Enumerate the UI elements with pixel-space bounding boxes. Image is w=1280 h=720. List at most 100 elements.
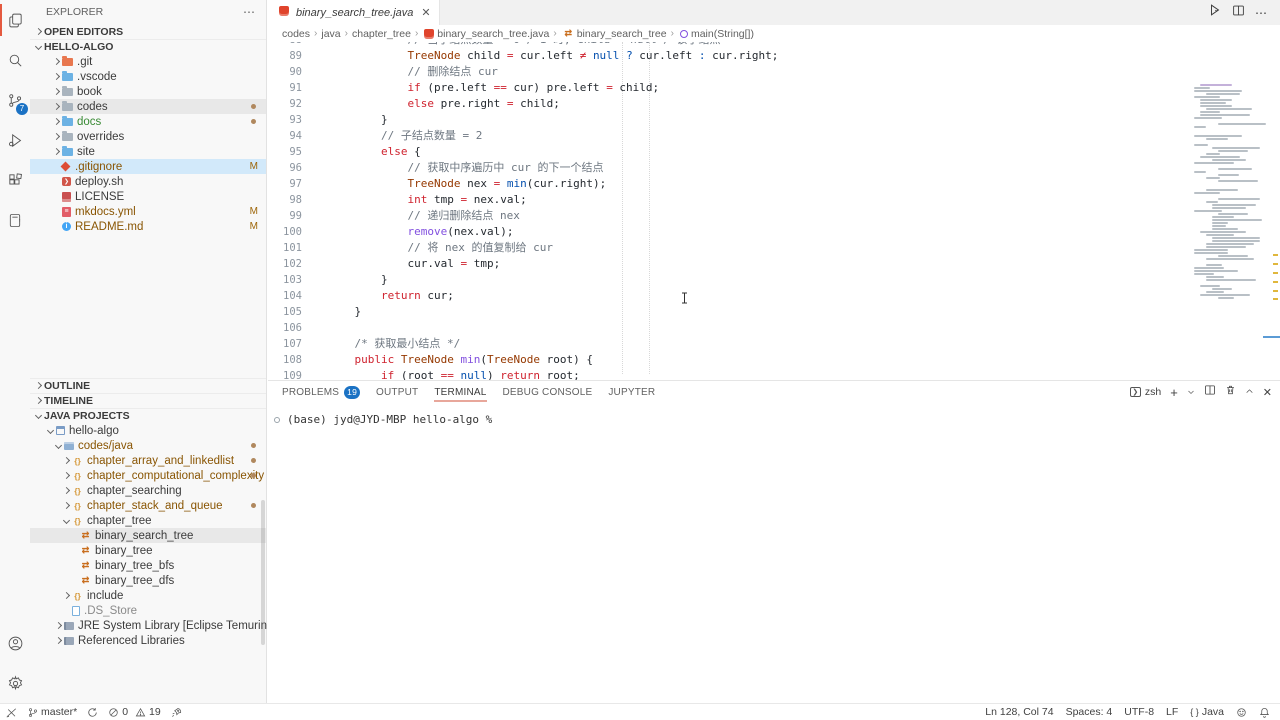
java-project-item-binary_tree[interactable]: ⇄binary_tree [30,543,266,558]
section-open-editors[interactable]: OPEN EDITORS [30,24,266,39]
explorer-item-mkdocs.yml[interactable]: ≡mkdocs.ymlM [30,204,266,219]
activity-run-debug-icon[interactable] [0,120,30,160]
explorer-item-LICENSE[interactable]: LICENSE [30,189,266,204]
section-timeline[interactable]: TIMELINE [30,393,266,408]
remote-indicator-icon[interactable] [6,707,18,718]
activity-files-icon[interactable] [0,0,30,40]
code-line[interactable]: 93 } [268,112,1190,128]
run-button[interactable] [1208,3,1222,22]
code-line[interactable]: 99 // 递归删除结点 nex [268,208,1190,224]
code-line[interactable]: 97 TreeNode nex = min(cur.right); [268,176,1190,192]
java-project-item-binary_tree_dfs[interactable]: ⇄binary_tree_dfs [30,573,266,588]
code-line[interactable]: 89 TreeNode child = cur.left ≠ null ? cu… [268,48,1190,64]
code-line[interactable]: 98 int tmp = nex.val; [268,192,1190,208]
code-line[interactable]: 106 [268,320,1190,336]
java-project-item-Referenced-Libraries[interactable]: Referenced Libraries [30,633,266,648]
java-project-item-chapter_computational_complexity[interactable]: {}chapter_computational_complexity [30,468,266,483]
explorer-item-README.md[interactable]: iREADME.mdM [30,219,266,234]
code-line[interactable]: 90 // 删除结点 cur [268,64,1190,80]
panel-tab-jupyter[interactable]: JUPYTER [608,381,655,403]
code-line[interactable]: 101 // 将 nex 的值复制给 cur [268,240,1190,256]
breadcrumb-item[interactable]: main(String[]) [678,28,754,40]
explorer-item-.gitignore[interactable]: .gitignoreM [30,159,266,174]
more-actions-icon[interactable]: ⋯ [1255,6,1268,20]
code-line[interactable]: 95 else { [268,144,1190,160]
panel-tab-debug-console[interactable]: DEBUG CONSOLE [503,381,593,403]
launch-profile-chevron-icon[interactable] [1187,383,1195,401]
section-outline[interactable]: OUTLINE [30,378,266,393]
code-line[interactable]: 100 remove(nex.val); [268,224,1190,240]
cursor-position[interactable]: Ln 128, Col 74 [985,706,1053,718]
code-line[interactable]: 108 public TreeNode min(TreeNode root) { [268,352,1190,368]
close-panel-icon[interactable]: ✕ [1263,386,1272,399]
java-project-item-chapter_tree[interactable]: {}chapter_tree [30,513,266,528]
code-line[interactable]: 104 return cur; [268,288,1190,304]
split-terminal-icon[interactable] [1204,383,1216,401]
java-project-item-chapter_searching[interactable]: {}chapter_searching [30,483,266,498]
new-terminal-button[interactable]: + [1170,385,1178,400]
code-line[interactable]: 94 // 子结点数量 = 2 [268,128,1190,144]
activity-search-icon[interactable] [0,40,30,80]
feedback-smiley-icon[interactable] [1236,707,1247,718]
breadcrumb-item[interactable]: codes [282,28,310,40]
breadcrumb-item[interactable]: java [321,28,340,40]
breadcrumb-item[interactable]: chapter_tree [352,28,411,40]
activity-settings-gear-icon[interactable] [0,663,30,703]
activity-notebook-icon[interactable] [0,200,30,240]
notifications-bell-icon[interactable] [1259,707,1270,718]
explorer-item-deploy.sh[interactable]: ❯deploy.sh [30,174,266,189]
explorer-item-site[interactable]: site [30,144,266,159]
section-root-folder[interactable]: HELLO-ALGO [30,39,266,54]
explorer-item-.vscode[interactable]: .vscode [30,69,266,84]
java-project-item-binary_tree_bfs[interactable]: ⇄binary_tree_bfs [30,558,266,573]
java-project-item-include[interactable]: {}include [30,588,266,603]
java-project-item-chapter_array_and_linkedlist[interactable]: {}chapter_array_and_linkedlist [30,453,266,468]
panel-tab-output[interactable]: OUTPUT [376,381,418,403]
sidebar-scrollbar[interactable] [261,500,265,645]
panel-tab-problems[interactable]: PROBLEMS19 [282,381,360,403]
minimap[interactable] [1190,84,1280,380]
maximize-panel-chevron-icon[interactable] [1245,383,1254,401]
problems-summary[interactable]: 0 19 [108,706,161,718]
split-editor-icon[interactable] [1232,4,1245,22]
terminal[interactable]: (base) jyd@JYD-MBP hello-algo % [268,403,1280,426]
java-project-item--DS_Store[interactable]: .DS_Store [30,603,266,618]
git-branch-item[interactable]: master* [28,706,77,718]
java-project-item-binary_search_tree[interactable]: ⇄binary_search_tree [30,528,266,543]
more-actions-icon[interactable]: ⋯ [243,5,256,19]
panel-tab-terminal[interactable]: TERMINAL [434,381,486,403]
explorer-item-.git[interactable]: .git [30,54,266,69]
activity-source-control-icon[interactable]: 7 [0,80,30,120]
java-project-item-JRE-System-Library-Eclipse-Temurin-17-17-[interactable]: JRE System Library [Eclipse Temurin 17 [… [30,618,266,633]
java-project-item-chapter_stack_and_queue[interactable]: {}chapter_stack_and_queue [30,498,266,513]
explorer-item-book[interactable]: book [30,84,266,99]
code-line[interactable]: 103 } [268,272,1190,288]
terminal-shell-select[interactable]: ❯zsh [1130,386,1161,398]
language-mode[interactable]: { } Java [1190,706,1224,718]
indentation[interactable]: Spaces: 4 [1066,706,1113,718]
code-line[interactable]: 107 /* 获取最小结点 */ [268,336,1190,352]
code-line[interactable]: 109 if (root == null) return root; [268,368,1190,380]
tab-binary-search-tree[interactable]: binary_search_tree.java ✕ [268,0,440,25]
code-line[interactable]: 96 // 获取中序遍历中 cur 的下一个结点 [268,160,1190,176]
java-project-item-codes-java[interactable]: codes/java [30,438,266,453]
code-line[interactable]: 102 cur.val = tmp; [268,256,1190,272]
code-editor[interactable]: 88 // 当子结点数量 = 0 / 1 时, child = null / 该… [268,42,1280,380]
kill-terminal-trash-icon[interactable] [1225,383,1236,401]
java-project-item-hello-algo[interactable]: hello-algo [30,423,266,438]
explorer-item-docs[interactable]: docs [30,114,266,129]
code-line[interactable]: 91 if (pre.left == cur) pre.left = child… [268,80,1190,96]
close-tab-icon[interactable]: ✕ [421,6,430,19]
activity-account-icon[interactable] [0,623,30,663]
code-line[interactable]: 92 else pre.right = child; [268,96,1190,112]
breadcrumb-item[interactable]: ⇄binary_search_tree [561,28,667,40]
breadcrumb-item[interactable]: binary_search_tree.java [422,28,549,40]
activity-extensions-icon[interactable] [0,160,30,200]
explorer-item-codes[interactable]: codes [30,99,266,114]
explorer-item-overrides[interactable]: overrides [30,129,266,144]
sync-button[interactable] [87,707,98,718]
section-java-projects[interactable]: JAVA PROJECTS [30,408,266,423]
eol-sequence[interactable]: LF [1166,706,1178,718]
encoding[interactable]: UTF-8 [1124,706,1154,718]
rocket-icon[interactable] [171,707,182,718]
